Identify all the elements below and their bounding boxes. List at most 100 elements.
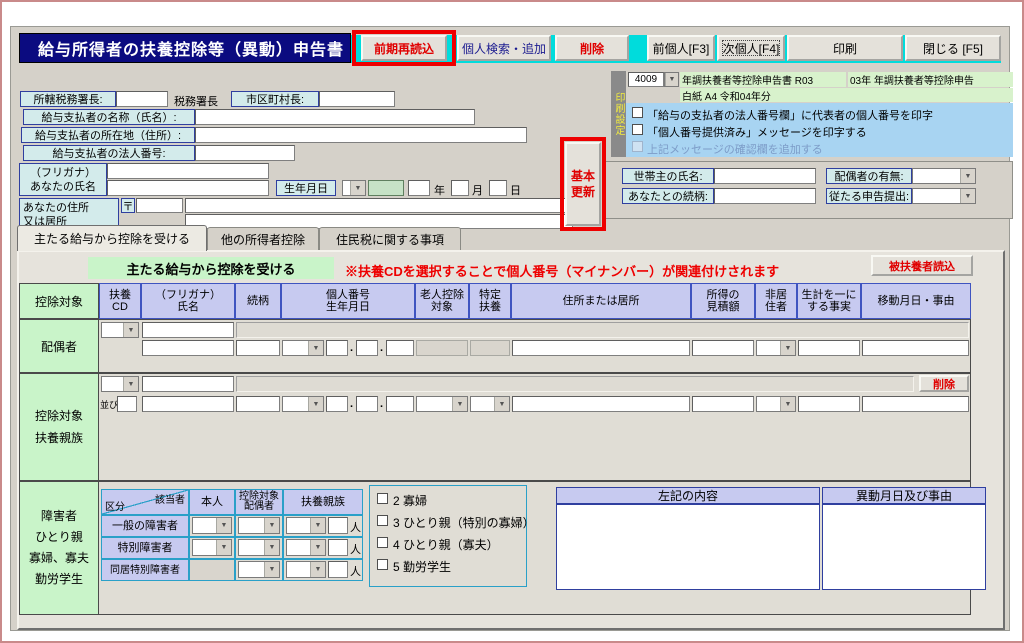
dependent-change-date-input[interactable]	[862, 396, 969, 412]
special-count-input[interactable]	[328, 539, 348, 556]
spouse-presence-combo[interactable]: ▼	[912, 168, 976, 184]
spouse-cd-combo[interactable]: ▼	[101, 322, 139, 338]
col-header-furigana-name: （フリガナ） 氏名	[141, 283, 235, 319]
spouse-relation-input[interactable]	[236, 340, 280, 356]
next-person-button[interactable]: 次個人[F4]	[717, 35, 785, 61]
spouse-change-date-input[interactable]	[862, 340, 969, 356]
municipality-input[interactable]	[319, 91, 395, 107]
dependent-income-input[interactable]	[692, 396, 754, 412]
widow-checkbox[interactable]	[377, 493, 388, 504]
chevron-down-icon: ▼	[665, 73, 678, 86]
payer-corp-number-input[interactable]	[195, 145, 295, 161]
dependent-sort-input[interactable]	[117, 396, 137, 412]
birth-era-combo[interactable]: ▼	[342, 180, 366, 196]
load-dependents-button[interactable]: 被扶養者読込	[871, 255, 973, 276]
cohabiting-count-input[interactable]	[328, 561, 348, 578]
col-header-dependent-cd: 扶養 CD	[99, 283, 141, 319]
spouse-birth-month-input[interactable]	[356, 340, 378, 356]
payer-address-input[interactable]	[195, 127, 527, 143]
disability-col-dependents: 扶養親族	[283, 489, 363, 515]
your-name-label: あなたの氏名	[30, 180, 96, 194]
chevron-down-icon: ▼	[452, 397, 467, 411]
left-content-textarea[interactable]	[556, 504, 820, 590]
form-code-combo[interactable]: ▼	[664, 72, 679, 87]
print-option-checkbox-1[interactable]	[632, 107, 643, 118]
tab-main-salary-deduction[interactable]: 主たる給与から控除を受ける	[17, 225, 207, 251]
print-option-checkbox-2[interactable]	[632, 124, 643, 135]
general-spouse-combo[interactable]: ▼	[238, 517, 280, 534]
dependent-row-delete-button[interactable]: 削除	[919, 375, 969, 392]
person-search-add-button[interactable]: 個人検索・追加	[457, 35, 551, 61]
cohabiting-dependents-combo[interactable]: ▼	[286, 561, 326, 578]
chevron-down-icon: ▼	[780, 341, 795, 355]
dependent-relation-input[interactable]	[236, 396, 280, 412]
spouse-livelihood-input[interactable]	[798, 340, 860, 356]
postal-code-input[interactable]	[136, 198, 183, 213]
dependent-furigana-input[interactable]	[142, 376, 234, 392]
spouse-income-input[interactable]	[692, 340, 754, 356]
general-dependents-combo[interactable]: ▼	[286, 517, 326, 534]
special-dependents-combo[interactable]: ▼	[286, 539, 326, 556]
dependent-elderly-combo[interactable]: ▼	[416, 396, 468, 412]
dependent-birth-month-input[interactable]	[356, 396, 378, 412]
dependent-cd-combo[interactable]: ▼	[101, 376, 139, 392]
single-parent-special-widow-checkbox[interactable]	[377, 515, 388, 526]
spouse-nonresident-combo[interactable]: ▼	[756, 340, 796, 356]
person-unit: 人	[350, 541, 361, 557]
special-spouse-combo[interactable]: ▼	[238, 539, 280, 556]
spouse-birth-day-input[interactable]	[386, 340, 414, 356]
address-line1-input[interactable]	[185, 198, 573, 213]
print-button[interactable]: 印刷	[787, 35, 903, 61]
change-date-header: 異動月日及び事由	[822, 487, 986, 504]
tab-other-income-deduction[interactable]: 他の所得者控除	[207, 227, 319, 251]
col-header-mynumber-birth: 個人番号 生年月日	[281, 283, 415, 319]
birth-era-input[interactable]	[368, 180, 404, 196]
cell-disabled	[189, 559, 235, 581]
cohabiting-spouse-combo[interactable]: ▼	[238, 561, 280, 578]
person-unit: 人	[350, 519, 361, 535]
dependent-name-input[interactable]	[142, 396, 234, 412]
dependent-birth-era-combo[interactable]: ▼	[282, 396, 324, 412]
special-self-combo[interactable]: ▼	[192, 539, 232, 556]
close-button[interactable]: 閉じる [F5]	[905, 35, 1001, 61]
basic-update-button[interactable]: 基本 更新	[565, 142, 601, 226]
spouse-name-input[interactable]	[142, 340, 234, 356]
dependent-address-input[interactable]	[512, 396, 690, 412]
tab-resident-tax[interactable]: 住民税に関する事項	[319, 227, 461, 251]
spouse-furigana-input[interactable]	[142, 322, 234, 338]
group-header-cell: 控除対象	[19, 283, 99, 319]
spouse-birth-era-combo[interactable]: ▼	[282, 340, 324, 356]
tax-office-input[interactable]	[116, 91, 168, 107]
change-date-textarea[interactable]	[822, 504, 986, 590]
birth-day-input[interactable]	[489, 180, 507, 196]
dependent-birth-year-input[interactable]	[326, 396, 348, 412]
secondary-declaration-combo[interactable]: ▼	[912, 188, 976, 204]
your-furigana-input[interactable]	[107, 163, 269, 179]
spouse-address-input[interactable]	[512, 340, 690, 356]
prev-person-button[interactable]: 前個人[F3]	[647, 35, 715, 61]
month-suffix: 月	[472, 182, 483, 198]
delete-button[interactable]: 削除	[555, 35, 629, 61]
dependent-specific-combo[interactable]: ▼	[470, 396, 510, 412]
birth-month-input[interactable]	[451, 180, 469, 196]
relation-input[interactable]	[714, 188, 816, 204]
relation-label: あなたとの続柄:	[622, 188, 714, 204]
payer-name-input[interactable]	[195, 109, 475, 125]
birth-date-label: 生年月日	[276, 180, 336, 196]
date-dot: .	[380, 398, 383, 410]
general-self-combo[interactable]: ▼	[192, 517, 232, 534]
dependent-livelihood-input[interactable]	[798, 396, 860, 412]
working-student-checkbox[interactable]	[377, 559, 388, 570]
spouse-birth-year-input[interactable]	[326, 340, 348, 356]
birth-year-input[interactable]	[408, 180, 430, 196]
reload-previous-period-button[interactable]: 前期再読込	[361, 35, 447, 61]
single-parent-widower-checkbox[interactable]	[377, 537, 388, 548]
general-count-input[interactable]	[328, 517, 348, 534]
your-name-input[interactable]	[107, 180, 269, 196]
household-head-input[interactable]	[714, 168, 816, 184]
form-code-input[interactable]: 4009	[628, 72, 664, 87]
print-option-label-1: 「給与の支払者の法人番号欄」に代表者の個人番号を印字	[647, 107, 933, 123]
dependent-nonresident-combo[interactable]: ▼	[756, 396, 796, 412]
dependent-birth-day-input[interactable]	[386, 396, 414, 412]
tax-office-suffix: 税務署長	[174, 93, 218, 109]
